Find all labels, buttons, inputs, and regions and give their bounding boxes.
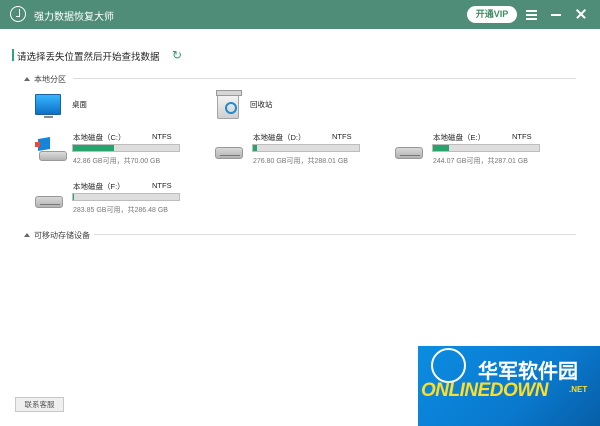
app-title: 强力数据恢复大师 <box>34 12 114 23</box>
desktop-label: 桌面 <box>72 100 87 109</box>
onlinedown-watermark: 华军软件园 ONLINEDOWN .NET <box>418 346 600 426</box>
drive-size-text: 42.86 GB可用，共70.00 GB <box>73 158 161 165</box>
section-divider <box>94 234 576 235</box>
removable-storage-section[interactable]: 可移动存储设备 <box>24 230 90 241</box>
drive-label: 本地磁盘（D:） <box>253 133 306 142</box>
title-bar: 强力数据恢复大师 开通VIP <box>0 0 600 29</box>
drive-label: 本地磁盘（F:） <box>73 182 125 191</box>
drive-icon <box>395 147 423 159</box>
drive-usage-bar <box>252 144 360 152</box>
app-logo-icon <box>10 6 26 22</box>
drive-usage-fill <box>433 145 449 151</box>
drive-size-text: 283.85 GB可用，共286.48 GB <box>73 207 168 214</box>
drive-label: 本地磁盘（C:） <box>73 133 126 142</box>
drive-usage-bar <box>72 144 180 152</box>
drive-usage-fill <box>73 194 75 200</box>
minimize-icon[interactable] <box>547 4 567 24</box>
header-accent-bar <box>12 49 14 61</box>
drive-usage-bar <box>72 193 180 201</box>
filesystem-label: NTFS <box>152 181 172 190</box>
filesystem-label: NTFS <box>152 132 172 141</box>
local-partitions-label: 本地分区 <box>34 75 66 84</box>
system-drive-icon <box>35 136 67 162</box>
open-vip-button[interactable]: 开通VIP <box>467 6 517 23</box>
watermark-logo-icon <box>431 348 466 383</box>
drive-size-text: 244.07 GB可用，共287.01 GB <box>433 158 528 165</box>
watermark-net-text: .NET <box>569 385 588 394</box>
close-icon[interactable] <box>571 4 591 24</box>
desktop-icon <box>35 94 61 118</box>
section-divider <box>73 78 576 79</box>
collapse-triangle-icon <box>24 77 30 81</box>
local-partitions-section[interactable]: 本地分区 <box>24 74 66 85</box>
recycle-bin-icon <box>216 90 242 119</box>
drive-usage-fill <box>73 145 115 151</box>
drive-usage-bar <box>432 144 540 152</box>
drive-size-text: 276.80 GB可用，共288.01 GB <box>253 158 348 165</box>
collapse-triangle-icon <box>24 233 30 237</box>
removable-storage-label: 可移动存储设备 <box>34 231 90 240</box>
refresh-icon[interactable]: ↻ <box>172 49 184 61</box>
drive-usage-fill <box>253 145 258 151</box>
menu-icon[interactable] <box>523 4 543 24</box>
contact-support-button[interactable]: 联系客服 <box>15 397 64 412</box>
filesystem-label: NTFS <box>332 132 352 141</box>
drive-icon <box>215 147 243 159</box>
filesystem-label: NTFS <box>512 132 532 141</box>
drive-label: 本地磁盘（E:） <box>433 133 486 142</box>
recycle-bin-label: 回收站 <box>250 100 273 109</box>
drive-icon <box>35 196 63 208</box>
page-title: 请选择丢失位置然后开始查找数据 <box>17 52 160 63</box>
